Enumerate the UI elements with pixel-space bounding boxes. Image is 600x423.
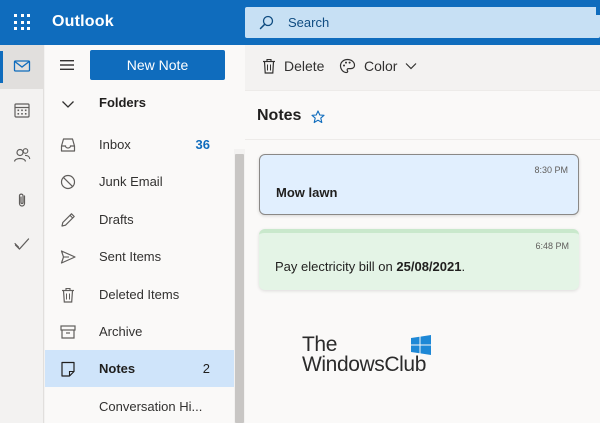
note-timestamp: 8:30 PM xyxy=(534,165,568,175)
folder-sent-items[interactable]: Sent Items xyxy=(45,238,235,275)
rail-mail[interactable] xyxy=(0,45,44,89)
palette-icon xyxy=(339,58,356,74)
mail-icon xyxy=(13,60,31,72)
send-icon xyxy=(60,250,76,264)
junk-icon xyxy=(60,174,76,190)
chevron-down-icon xyxy=(406,63,417,70)
watermark: The WindowsClub xyxy=(302,334,437,380)
app-title[interactable]: Outlook xyxy=(52,13,114,31)
new-note-button[interactable]: New Note xyxy=(90,50,225,80)
folder-pane: New Note Folders Inbox 36 Junk Email Dra… xyxy=(45,45,245,423)
note-text: Pay electricity bill on 25/08/2021. xyxy=(275,259,466,274)
windows-logo-icon xyxy=(411,335,431,355)
trash-icon xyxy=(263,58,275,74)
app-launcher-icon[interactable] xyxy=(14,14,30,30)
folder-label: Archive xyxy=(99,324,143,339)
watermark-line2: WindowsClub xyxy=(302,353,426,376)
inbox-icon xyxy=(60,138,76,152)
folder-inbox[interactable]: Inbox 36 xyxy=(45,126,235,163)
archive-icon xyxy=(60,325,76,339)
search-icon xyxy=(259,15,274,30)
paperclip-icon xyxy=(18,193,26,207)
scrollbar-thumb[interactable] xyxy=(235,154,244,423)
search-box[interactable]: Search xyxy=(245,7,600,38)
calendar-icon xyxy=(14,103,30,118)
folder-scrollbar[interactable] xyxy=(234,149,245,423)
color-label: Color xyxy=(364,58,398,74)
note-timestamp: 6:48 PM xyxy=(535,241,569,251)
folder-label: Notes xyxy=(99,361,136,376)
folder-conversation-history[interactable]: Conversation Hi... xyxy=(45,388,235,423)
folder-label: Drafts xyxy=(99,212,134,227)
folders-header[interactable]: Folders xyxy=(45,90,245,120)
rail-todo[interactable] xyxy=(0,223,44,267)
note-card[interactable]: 6:48 PM Pay electricity bill on 25/08/20… xyxy=(259,229,579,290)
chevron-down-icon xyxy=(62,101,74,108)
people-icon xyxy=(13,148,31,162)
hamburger-menu-icon[interactable] xyxy=(60,59,74,71)
rail-calendar[interactable] xyxy=(0,89,44,133)
note-text: Mow lawn xyxy=(276,185,338,200)
item-count: 2 xyxy=(202,361,210,376)
notes-title: Notes xyxy=(257,107,302,124)
command-bar: Delete Color xyxy=(245,45,600,90)
delete-button[interactable]: Delete xyxy=(262,58,324,74)
folder-notes[interactable]: Notes 2 xyxy=(45,350,235,387)
star-icon[interactable] xyxy=(311,110,325,124)
folder-drafts[interactable]: Drafts xyxy=(45,201,235,238)
app-rail xyxy=(0,45,44,423)
rail-attachments[interactable] xyxy=(0,179,44,223)
unread-count: 36 xyxy=(195,137,210,152)
note-card[interactable]: 8:30 PM Mow lawn xyxy=(259,154,579,215)
note-icon xyxy=(61,361,75,377)
folder-junk-email[interactable]: Junk Email xyxy=(45,163,235,200)
folder-label: Deleted Items xyxy=(99,287,180,302)
pencil-icon xyxy=(61,213,75,227)
color-button[interactable]: Color xyxy=(339,58,417,74)
folder-archive[interactable]: Archive xyxy=(45,313,235,350)
folder-deleted-items[interactable]: Deleted Items xyxy=(45,276,235,313)
top-bar: Outlook Search xyxy=(0,0,600,45)
note-date: 25/08/2021 xyxy=(396,259,462,274)
delete-label: Delete xyxy=(284,58,325,74)
folder-label: Sent Items xyxy=(99,249,162,264)
folder-label: Inbox xyxy=(99,137,131,152)
trash-icon xyxy=(62,287,74,303)
todo-check-icon xyxy=(14,238,30,250)
folder-label: Conversation Hi... xyxy=(99,399,203,414)
rail-people[interactable] xyxy=(0,134,44,178)
folder-label: Junk Email xyxy=(99,174,163,189)
folders-header-label: Folders xyxy=(99,95,146,110)
search-placeholder: Search xyxy=(288,15,330,30)
